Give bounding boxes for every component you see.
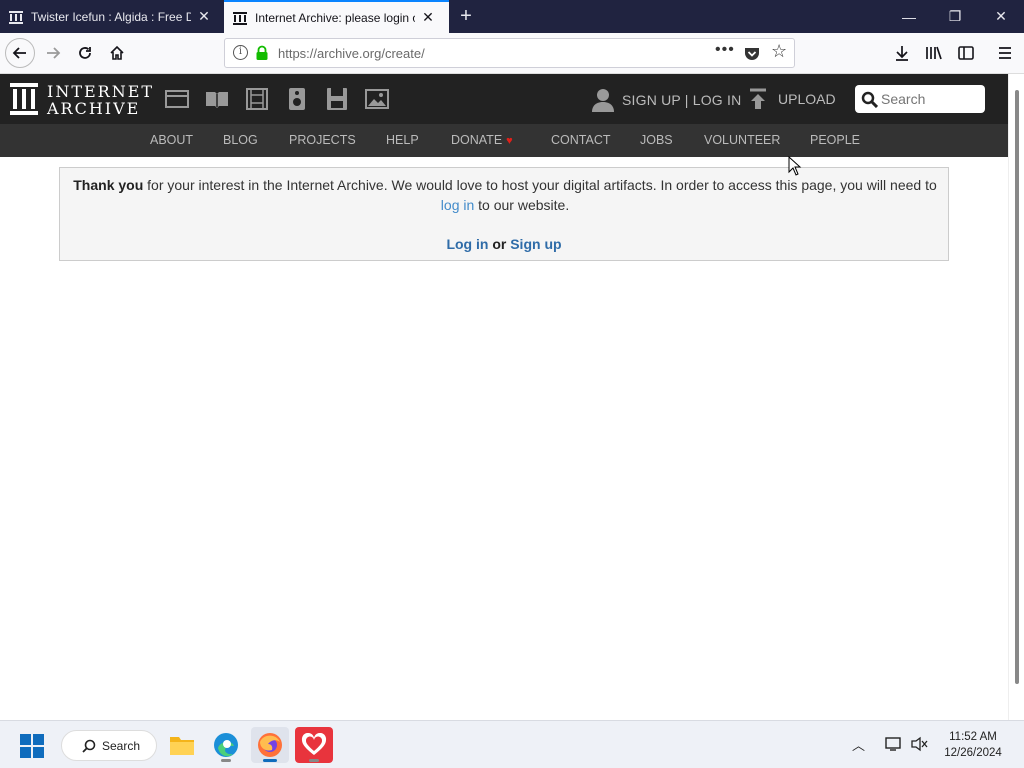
volume-muted-icon[interactable]: [911, 736, 929, 752]
restore-icon[interactable]: ❐: [932, 0, 978, 33]
url-path: /create/: [381, 46, 425, 61]
nav-people[interactable]: PEOPLE: [810, 133, 860, 147]
or-separator: or: [488, 236, 511, 252]
new-tab-plus-icon[interactable]: +: [456, 5, 476, 28]
clock-time: 11:52 AM: [949, 731, 997, 743]
nav-contact[interactable]: CONTACT: [551, 133, 611, 147]
tab-twister-icefun[interactable]: Twister Icefun : Algida : Free Do ✕: [0, 0, 222, 33]
library-icon[interactable]: [920, 39, 948, 67]
nav-donate[interactable]: DONATE ♥: [451, 133, 513, 147]
search-icon[interactable]: [861, 91, 878, 108]
heart-icon: ♥: [506, 135, 513, 147]
archive-favicon-icon: [9, 10, 23, 24]
bookmark-star-icon[interactable]: ☆: [771, 41, 787, 62]
page-scrollbar[interactable]: [1008, 74, 1024, 720]
nav-projects[interactable]: PROJECTS: [289, 133, 356, 147]
ia-search-box[interactable]: [855, 85, 985, 113]
taskbar-search-label: Search: [102, 738, 141, 753]
minimize-icon[interactable]: —: [886, 0, 932, 33]
login-link[interactable]: Log in: [446, 236, 488, 252]
forward-arrow-icon[interactable]: [39, 39, 67, 67]
upload-arrow-icon: [750, 88, 766, 109]
close-window-icon[interactable]: ✕: [978, 0, 1024, 33]
notice-text-part1: for your interest in the Internet Archiv…: [143, 177, 937, 193]
web-icon[interactable]: [164, 87, 190, 111]
home-icon[interactable]: [103, 39, 131, 67]
nav-volunteer[interactable]: VOLUNTEER: [704, 133, 780, 147]
tab-close-icon[interactable]: ✕: [197, 8, 211, 25]
texts-icon[interactable]: [204, 87, 230, 111]
ia-subnav: ABOUT BLOG PROJECTS HELP DONATE ♥ CONTACT…: [0, 124, 1008, 157]
account-area[interactable]: SIGN UP | LOG IN: [592, 88, 741, 112]
logo-text-line2: ARCHIVE: [47, 99, 141, 118]
info-icon[interactable]: i: [233, 45, 248, 60]
images-icon[interactable]: [364, 87, 390, 111]
system-clock[interactable]: 11:52 AM 12/26/2024: [938, 729, 1008, 761]
network-icon[interactable]: [885, 736, 903, 752]
running-indicator: [309, 759, 319, 762]
signup-link[interactable]: Sign up: [510, 236, 561, 252]
login-required-notice: Thank you for your interest in the Inter…: [59, 167, 949, 261]
reload-icon[interactable]: [71, 39, 99, 67]
hamburger-menu-icon[interactable]: [991, 39, 1019, 67]
nav-help[interactable]: HELP: [386, 133, 419, 147]
notice-text-part2: to our website.: [474, 197, 570, 213]
mouse-cursor-icon: [788, 156, 802, 176]
tab-title: Internet Archive: please login o: [255, 10, 415, 25]
nav-donate-label: DONATE: [451, 133, 503, 147]
archive-building-icon: [10, 83, 38, 115]
url-domain: https://archive.org: [278, 46, 382, 61]
software-icon[interactable]: [324, 87, 350, 111]
archive-favicon-icon: [233, 11, 247, 25]
tab-internet-archive-login[interactable]: Internet Archive: please login o ✕: [224, 0, 449, 33]
file-explorer-icon[interactable]: [163, 727, 201, 763]
clock-date: 12/26/2024: [944, 747, 1002, 759]
chevron-up-icon[interactable]: ︿: [852, 735, 865, 754]
upload-button[interactable]: UPLOAD: [748, 88, 836, 110]
windows-taskbar: Search ︿ 11:52 AM 12/26/2024: [0, 720, 1024, 768]
active-indicator: [263, 759, 277, 762]
nav-about[interactable]: ABOUT: [150, 133, 193, 147]
audio-icon[interactable]: [284, 87, 310, 111]
url-text: https://archive.org/create/: [278, 46, 425, 61]
browser-tab-strip: Twister Icefun : Algida : Free Do ✕ Inte…: [0, 0, 1024, 33]
windows-start-icon[interactable]: [20, 734, 44, 758]
firefox-icon[interactable]: [251, 727, 289, 763]
back-arrow-icon[interactable]: [5, 38, 35, 68]
user-icon: [592, 89, 614, 112]
pocket-icon[interactable]: [744, 46, 760, 61]
nav-blog[interactable]: BLOG: [223, 133, 258, 147]
address-bar[interactable]: i https://archive.org/create/ ••• ☆: [224, 38, 795, 68]
signup-login-link[interactable]: SIGN UP | LOG IN: [622, 92, 741, 108]
edge-browser-icon[interactable]: [207, 727, 245, 763]
inline-login-link[interactable]: log in: [441, 197, 474, 213]
browser-toolbar: i https://archive.org/create/ ••• ☆: [0, 33, 1024, 74]
sidebar-toggle-icon[interactable]: [952, 39, 980, 67]
page-actions-ellipsis-icon[interactable]: •••: [715, 41, 735, 59]
notice-message: Thank you for your interest in the Inter…: [70, 175, 940, 215]
tab-close-icon[interactable]: ✕: [421, 9, 435, 26]
notice-actions: Log in or Sign up: [60, 234, 948, 254]
notice-lead: Thank you: [73, 177, 144, 193]
algida-app-icon[interactable]: [295, 727, 333, 763]
ia-header: INTERNET ARCHIVE SIGN UP | LOG IN UPLOAD: [0, 74, 1008, 124]
taskbar-search[interactable]: Search: [61, 730, 157, 761]
tab-title: Twister Icefun : Algida : Free Do: [31, 9, 191, 24]
nav-jobs[interactable]: JOBS: [640, 133, 673, 147]
scrollbar-thumb[interactable]: [1015, 90, 1019, 684]
padlock-icon[interactable]: [255, 45, 269, 61]
search-input[interactable]: [881, 90, 979, 108]
running-indicator: [221, 759, 231, 762]
downloads-icon[interactable]: [888, 39, 916, 67]
video-icon[interactable]: [244, 87, 270, 111]
internet-archive-logo[interactable]: INTERNET ARCHIVE: [9, 82, 152, 118]
search-icon: [82, 739, 96, 753]
upload-label: UPLOAD: [778, 91, 836, 107]
